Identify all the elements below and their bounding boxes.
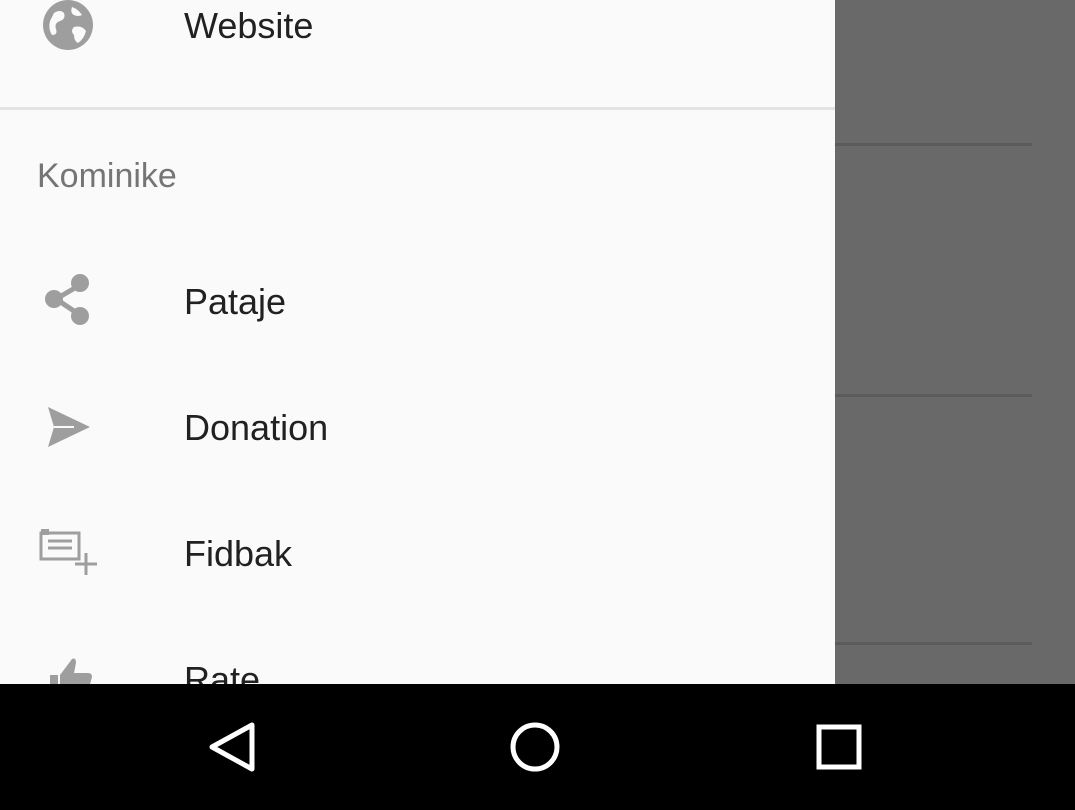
globe-icon <box>36 0 100 57</box>
device-screen: re Website Kominike <box>0 0 1075 810</box>
drawer-item-donation[interactable]: Donation <box>0 364 835 490</box>
recents-button[interactable] <box>796 704 882 790</box>
drawer-section-header: Kominike <box>37 157 177 195</box>
drawer-item-label: Donation <box>184 407 329 448</box>
drawer-item-website[interactable]: Website <box>0 0 835 88</box>
feedback-add-icon <box>36 521 100 585</box>
drawer-item-label: Website <box>184 5 314 46</box>
navigation-drawer: Website Kominike Pataje Donation Fidbak … <box>0 0 835 684</box>
drawer-item-label: Pataje <box>184 281 287 322</box>
home-button[interactable] <box>492 704 578 790</box>
thumb-up-icon <box>36 647 100 684</box>
send-icon <box>36 395 100 459</box>
drawer-item-label: Rate <box>184 659 261 685</box>
system-navigation-bar <box>0 684 1075 810</box>
drawer-item-label: Fidbak <box>184 533 293 574</box>
drawer-item-rate[interactable]: Rate <box>0 616 835 684</box>
back-button[interactable] <box>190 704 276 790</box>
back-triangle-icon <box>209 722 255 772</box>
recents-square-icon <box>816 724 862 770</box>
drawer-divider <box>0 107 835 110</box>
drawer-item-fidbak[interactable]: Fidbak <box>0 490 835 616</box>
drawer-item-pataje[interactable]: Pataje <box>0 238 835 364</box>
share-icon <box>36 269 100 333</box>
home-circle-icon <box>510 722 560 772</box>
